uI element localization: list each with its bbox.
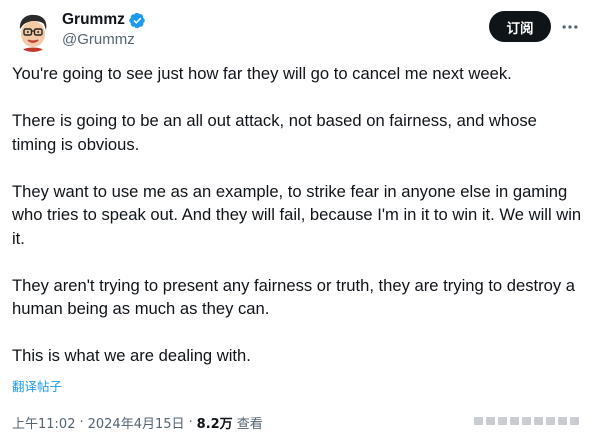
- author-display-name[interactable]: Grummz: [62, 11, 125, 29]
- tweet-paragraph: There is going to be an all out attack, …: [12, 111, 537, 154]
- meta-separator: ·: [188, 415, 193, 430]
- views-count: 8.2万: [196, 417, 233, 432]
- subscribe-button[interactable]: 订阅: [489, 11, 551, 42]
- watermark-icon: [474, 417, 579, 425]
- tweet-text: You're going to see just how far they wi…: [12, 62, 584, 368]
- views-label: 查看: [236, 417, 263, 432]
- tweet-date[interactable]: 2024年4月15日: [88, 413, 185, 432]
- tweet-time[interactable]: 上午11:02: [12, 413, 75, 432]
- cartoon-face-avatar-icon: [12, 10, 54, 52]
- name-row: Grummz: [62, 10, 146, 30]
- tweet-meta: 上午11:02 · 2024年4月15日 · 8.2万 查看: [12, 413, 263, 432]
- avatar[interactable]: [12, 10, 54, 52]
- tweet-paragraph: They aren't trying to present any fairne…: [12, 275, 576, 319]
- tweet-paragraph: This is what we are dealing with.: [12, 346, 251, 365]
- more-options-button[interactable]: [557, 14, 583, 40]
- author-handle[interactable]: @Grummz: [62, 31, 146, 48]
- tweet-paragraph: You're going to see just how far they wi…: [12, 64, 512, 83]
- translate-post-link[interactable]: 翻译帖子: [12, 376, 62, 395]
- meta-separator: ·: [79, 415, 84, 430]
- verified-badge-icon: [129, 12, 146, 29]
- watermark-logo: [466, 414, 586, 428]
- author-block: Grummz @Grummz: [62, 10, 146, 48]
- more-horizontal-icon: [562, 25, 578, 29]
- tweet-card: Grummz @Grummz 订阅 You're going to see ju…: [0, 0, 594, 440]
- tweet-paragraph: They want to use me as an example, to st…: [12, 181, 582, 248]
